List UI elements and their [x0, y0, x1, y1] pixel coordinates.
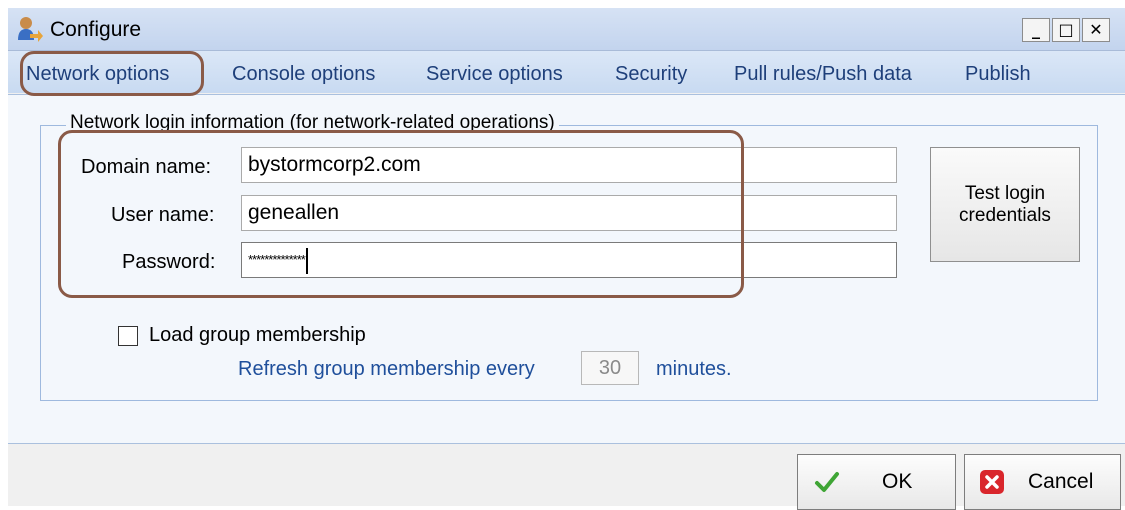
cancel-label: Cancel	[1028, 470, 1094, 493]
minimize-button[interactable]: _	[1022, 18, 1050, 42]
load-group-membership-checkbox[interactable]	[118, 326, 138, 346]
configure-window: Configure _ □ ✕ Network options Console …	[8, 8, 1125, 510]
tab-pull-rules-push-data[interactable]: Pull rules/Push data	[734, 63, 912, 86]
test-button-line2: credentials	[959, 204, 1051, 226]
ok-label: OK	[882, 470, 913, 493]
tab-console-options[interactable]: Console options	[232, 63, 375, 86]
window-title: Configure	[50, 18, 142, 41]
close-button[interactable]: ✕	[1082, 18, 1110, 42]
tab-publish[interactable]: Publish	[965, 63, 1031, 86]
refresh-prefix-label: Refresh group membership every	[238, 358, 535, 380]
load-group-membership-label: Load group membership	[149, 324, 366, 346]
test-button-line1: Test login	[964, 182, 1046, 204]
refresh-suffix-label: minutes.	[656, 358, 732, 380]
maximize-button[interactable]: □	[1052, 18, 1080, 42]
title-bar: Configure _ □ ✕	[8, 8, 1125, 51]
tab-highlight-annotation	[20, 51, 204, 96]
tab-security[interactable]: Security	[615, 63, 687, 86]
refresh-minutes-input[interactable]: 30	[581, 351, 639, 385]
tab-service-options[interactable]: Service options	[426, 63, 563, 86]
test-login-credentials-button[interactable]: Test login credentials	[930, 147, 1080, 262]
configure-app-icon	[18, 17, 43, 42]
checkmark-icon	[815, 472, 839, 492]
cancel-button[interactable]: Cancel	[964, 454, 1121, 510]
cancel-x-icon	[980, 470, 1004, 494]
credentials-highlight-annotation	[58, 130, 744, 298]
ok-button[interactable]: OK	[797, 454, 956, 510]
